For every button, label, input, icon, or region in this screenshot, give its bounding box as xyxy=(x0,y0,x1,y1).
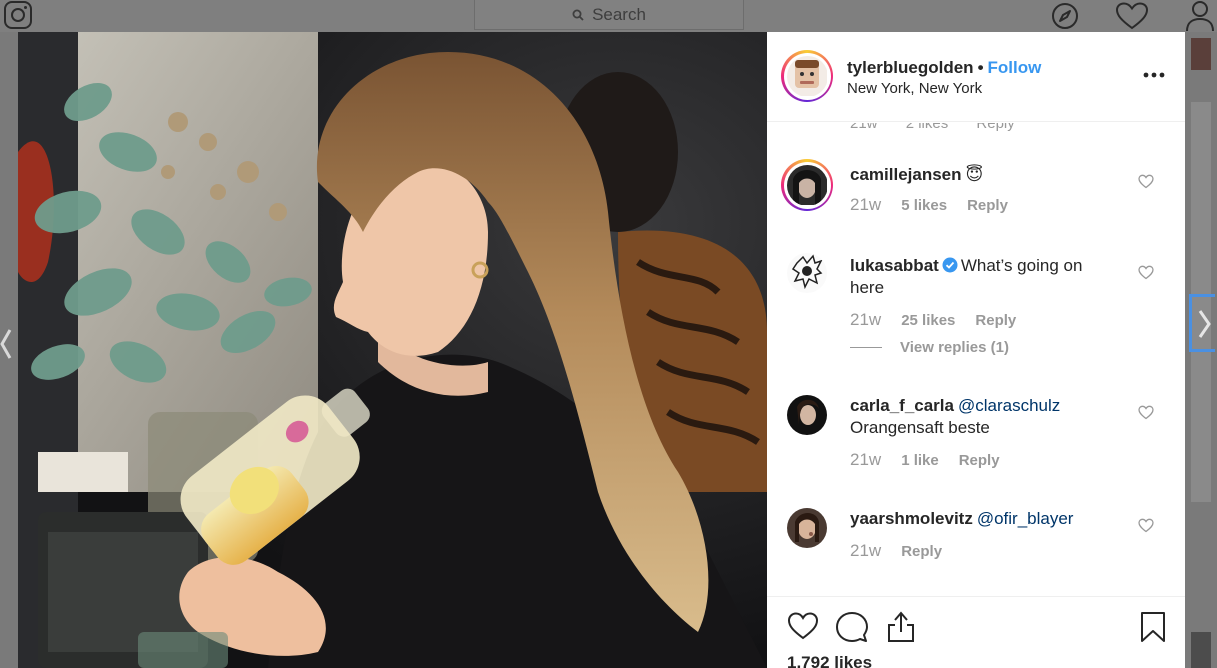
verified-badge-icon xyxy=(942,257,958,273)
activity-heart-icon[interactable] xyxy=(1115,2,1149,30)
comment-likes[interactable]: 5 likes xyxy=(901,197,947,214)
next-post-arrow-icon xyxy=(1198,310,1211,338)
post-side-panel: tylerbluegolden • Follow New York, New Yor… xyxy=(767,32,1185,668)
comment-time: 21w xyxy=(850,310,882,329)
comment-likes[interactable]: 1 like xyxy=(901,452,939,469)
comment-meta: 21w 5 likes Reply xyxy=(850,195,1008,215)
author-avatar-image xyxy=(786,55,827,96)
comment-time: 21w xyxy=(850,541,882,560)
post-modal: tylerbluegolden • Follow New York, New Yor… xyxy=(18,32,1185,668)
comment-username[interactable]: carla_f_carla xyxy=(850,396,954,415)
comment-text: yaarshmolevitz @ofir_blayer xyxy=(850,508,1120,530)
comment-time: 21w xyxy=(850,195,882,214)
comment-reply-button[interactable]: Reply xyxy=(967,197,1008,214)
comment-text: lukasabbat What’s going on here xyxy=(850,255,1120,299)
partial-comment-meta: 21w 2 likes Reply xyxy=(850,123,1039,132)
replies-divider-line xyxy=(850,347,882,348)
comment-text: carla_f_carla @claraschulz Orangensaft be… xyxy=(850,395,1120,439)
post-actions-bar: 1,792 likes xyxy=(767,596,1185,668)
post-photo-illustration xyxy=(18,32,767,668)
author-avatar[interactable] xyxy=(781,50,833,102)
commenter-avatar[interactable] xyxy=(787,253,827,293)
comment-mention-link[interactable]: @ofir_blayer xyxy=(977,509,1074,528)
view-replies-label: View replies (1) xyxy=(900,339,1009,356)
search-input[interactable]: Search xyxy=(474,0,744,30)
instagram-logo-icon[interactable] xyxy=(4,1,32,29)
post-photo[interactable] xyxy=(18,32,767,668)
comment-likes[interactable]: 25 likes xyxy=(901,312,955,329)
next-post-button[interactable] xyxy=(1189,294,1215,352)
search-icon xyxy=(572,9,584,21)
separator-dot: • xyxy=(977,58,984,77)
profile-icon[interactable] xyxy=(1183,0,1217,32)
explore-compass-icon[interactable] xyxy=(1050,1,1080,31)
commenter-avatar[interactable] xyxy=(781,159,833,211)
comment-reply-button[interactable]: Reply xyxy=(975,312,1016,329)
commenter-avatar[interactable] xyxy=(787,508,827,548)
comment-time: 21w xyxy=(850,123,878,132)
comment-username[interactable]: lukasabbat xyxy=(850,256,939,275)
background-page-right xyxy=(1185,32,1217,668)
comments-list[interactable]: 21w 2 likes Reply camillejansen� xyxy=(767,123,1185,595)
comment-username[interactable]: camillejansen xyxy=(850,165,962,184)
comment-like-heart-icon[interactable] xyxy=(1138,265,1154,280)
post-likes-count[interactable]: 1,792 likes xyxy=(787,653,872,668)
comment-like-heart-icon[interactable] xyxy=(1138,518,1154,533)
background-page-left xyxy=(0,32,18,668)
comment-meta: 21w Reply xyxy=(850,541,942,561)
comment-reply-button[interactable]: Reply xyxy=(959,452,1000,469)
comment-time: 21w xyxy=(850,450,882,469)
commenter-avatar-image xyxy=(787,395,827,435)
commenter-avatar-image xyxy=(787,253,827,293)
follow-button[interactable]: Follow xyxy=(988,58,1042,77)
top-navigation: Search xyxy=(0,0,1217,32)
previous-post-arrow-icon[interactable] xyxy=(0,324,14,364)
comment-like-heart-icon[interactable] xyxy=(1138,405,1154,420)
comment-like-heart-icon[interactable] xyxy=(1138,174,1154,189)
comment-reply-button[interactable]: Reply xyxy=(976,123,1014,132)
comment-body: Orangensaft beste xyxy=(850,418,990,437)
comment-likes[interactable]: 2 likes xyxy=(906,123,949,132)
search-placeholder: Search xyxy=(592,4,646,24)
view-replies-button[interactable]: View replies (1) xyxy=(850,339,1009,356)
comment-reply-button[interactable]: Reply xyxy=(901,543,942,560)
comment-bubble-icon[interactable] xyxy=(836,611,868,643)
comment-meta: 21w 25 likes Reply xyxy=(850,310,1016,330)
post-header: tylerbluegolden • Follow New York, New Yor… xyxy=(767,32,1185,122)
share-upload-icon[interactable] xyxy=(886,611,916,643)
more-options-icon[interactable] xyxy=(1143,72,1165,78)
comment-meta: 21w 1 like Reply xyxy=(850,450,1000,470)
comment-mention-link[interactable]: @claraschulz xyxy=(958,396,1060,415)
comment-body: 😇 xyxy=(965,165,984,184)
like-heart-icon[interactable] xyxy=(787,611,819,641)
author-username[interactable]: tylerbluegolden xyxy=(847,58,974,77)
bookmark-save-icon[interactable] xyxy=(1139,611,1167,643)
commenter-avatar-image xyxy=(786,164,827,205)
post-location[interactable]: New York, New York xyxy=(847,80,982,97)
comment-text: camillejansen 😇 xyxy=(850,164,1120,186)
commenter-avatar[interactable] xyxy=(787,395,827,435)
comment-username[interactable]: yaarshmolevitz xyxy=(850,509,973,528)
commenter-avatar-image xyxy=(787,508,827,548)
